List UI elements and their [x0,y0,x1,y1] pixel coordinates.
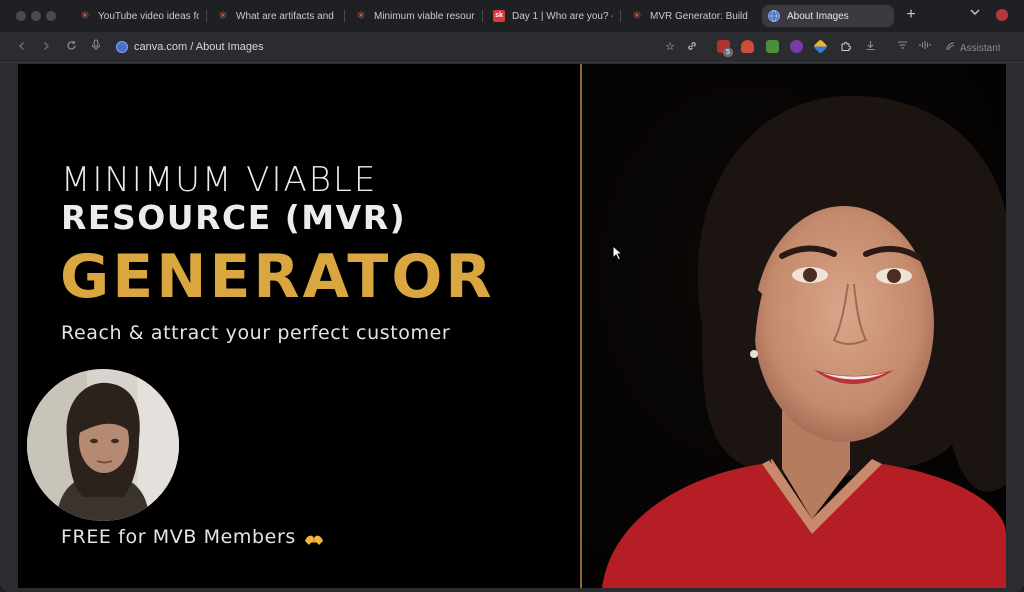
canva-asterisk-icon: ✳ [356,10,366,22]
tab-artifacts[interactable]: ✳ What are artifacts and [211,5,343,27]
extension-bucket-icon[interactable] [741,40,754,53]
tab-minimum-viable-resource[interactable]: ✳ Minimum viable resourc [349,5,481,27]
tab-title: Day 1 | Who are you? - [512,10,613,22]
slide-left-panel: MINIMUM VIABLE RESOURCE (MVR) GENERATOR … [18,64,580,588]
tab-separator [482,10,483,22]
extension-diamond-icon[interactable] [813,39,828,54]
download-icon[interactable] [863,40,877,54]
title-line-3: GENERATOR [60,242,495,312]
audio-waveform-icon[interactable] [918,40,932,54]
browser-window: ✳ YouTube video ideas for ✳ What are art… [0,0,1024,592]
maximize-window-button[interactable] [46,11,56,21]
slide-canvas: MINIMUM VIABLE RESOURCE (MVR) GENERATOR … [18,64,1006,588]
tab-separator [344,10,345,22]
puzzle-extensions-icon[interactable] [839,40,853,54]
tab-list-chevron-down-icon[interactable] [970,8,980,19]
extension-count-badge: 5 [723,48,733,57]
assistant-sparkle-icon [945,41,956,55]
close-window-button[interactable] [16,11,26,21]
canva-asterisk-icon: ✳ [632,10,642,22]
tab-about-images[interactable]: About Images [762,5,894,27]
tagline: Reach & attract your perfect customer [61,322,451,344]
microphone-icon[interactable] [87,38,105,56]
tab-separator [620,10,621,22]
extension-green-icon[interactable] [766,40,779,53]
title-line-1: MINIMUM VIABLE [61,160,378,200]
tab-title: About Images [787,10,849,22]
reload-icon[interactable] [62,38,80,56]
mouse-cursor-icon [612,244,624,261]
tab-day-1[interactable]: sk Day 1 | Who are you? - [487,5,619,27]
copy-link-icon[interactable] [685,40,699,54]
back-arrow-icon[interactable] [13,38,31,56]
new-tab-plus-icon[interactable]: + [903,6,919,24]
address-bar[interactable]: canva.com / About Images [116,39,264,55]
tab-title: What are artifacts and [236,10,334,22]
bookmark-star-icon[interactable]: ☆ [663,40,677,54]
assistant-label: Assistant [960,42,1001,54]
canva-asterisk-icon: ✳ [218,10,228,22]
assistant-button[interactable]: Assistant [945,41,1001,55]
tab-title: YouTube video ideas for [98,10,199,22]
sk-icon: sk [493,10,505,22]
profile-avatar-icon[interactable] [996,9,1008,21]
site-globe-icon [116,41,128,53]
globe-icon [768,10,780,22]
portrait-photo [582,64,1006,588]
tab-title: Minimum viable resourc [374,10,475,22]
title-line-2: RESOURCE (MVR) [61,198,407,237]
tab-title: MVR Generator: Build L [650,10,751,22]
tab-strip: ✳ YouTube video ideas for ✳ What are art… [0,0,1024,32]
free-for-members-line: FREE for MVB Members [61,526,324,548]
canva-asterisk-icon: ✳ [80,10,90,22]
navigation-toolbar: canva.com / About Images ☆ 5 Assistant [0,32,1024,63]
tab-youtube-video-ideas[interactable]: ✳ YouTube video ideas for [73,5,205,27]
address-text: canva.com / About Images [134,41,264,53]
extension-purple-icon[interactable] [790,40,803,53]
minimize-window-button[interactable] [31,11,41,21]
menu-lines-icon[interactable] [895,40,909,54]
forward-arrow-icon[interactable] [37,38,55,56]
webcam-avatar-photo [27,369,179,521]
heart-hands-emoji-icon [304,530,324,545]
tab-mvr-generator[interactable]: ✳ MVR Generator: Build L [625,5,757,27]
free-for-members-text: FREE for MVB Members [61,526,296,548]
tab-separator [206,10,207,22]
